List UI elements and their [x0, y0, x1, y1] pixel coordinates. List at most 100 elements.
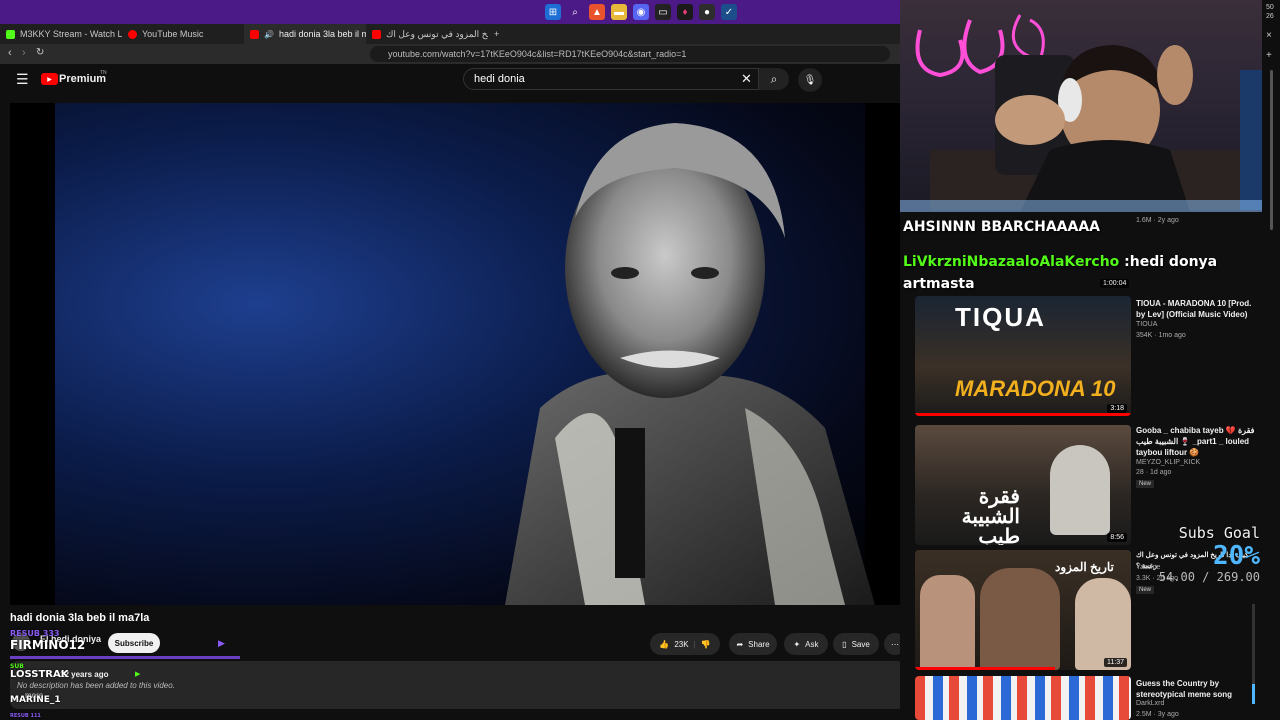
voice-search-button[interactable]: 🎙: [798, 68, 822, 92]
folder-icon[interactable]: ▬: [611, 4, 627, 20]
thumbs-up-icon[interactable]: 👍: [659, 640, 669, 649]
tab-kick[interactable]: M3KKY Stream - Watch Live on Kick: [0, 24, 122, 44]
tab-active-video[interactable]: 🔊hadi donia 3la beb il ma7la -×: [244, 24, 366, 44]
like-count[interactable]: 23K: [674, 640, 688, 649]
more-icon: ⋯: [891, 639, 899, 649]
related-thumbnail[interactable]: فقرة الشبيبة طيب 8:56: [915, 425, 1131, 545]
related-thumbnail[interactable]: TIQUA MARADONA 10 3:18: [915, 296, 1131, 416]
search-value: hedi donia: [474, 73, 525, 85]
video-portrait: [505, 123, 875, 605]
related-channel[interactable]: TIOUA: [1136, 321, 1157, 328]
back-icon[interactable]: ‹: [8, 47, 12, 59]
mic-icon: 🎙: [803, 74, 817, 86]
overlay-subscriber-name: FIRMINO12: [10, 638, 86, 652]
forward-icon[interactable]: ›: [22, 47, 26, 59]
tab-arabic-video[interactable]: كيف بدا تاريخ المزود في تونس وعل اك×: [366, 24, 488, 44]
tab-youtube-music[interactable]: YouTube Music: [122, 24, 244, 44]
goal-current: 54.00: [1158, 570, 1195, 584]
webcam-scene: [900, 14, 1270, 212]
discord-icon[interactable]: ◉: [633, 4, 649, 20]
youtube-music-icon: [128, 29, 137, 39]
pin-icon[interactable]: ♦: [677, 4, 693, 20]
search-icon: ⌕: [770, 71, 778, 86]
steam-icon[interactable]: ✓: [721, 4, 737, 20]
overlay-subscriber-name: MARINE_1: [10, 695, 61, 705]
youtube-logo-icon[interactable]: ▶: [41, 73, 58, 85]
clear-search-icon[interactable]: ✕: [741, 71, 752, 87]
sparkle-icon: ✦: [793, 639, 801, 649]
search-input[interactable]: hedi donia: [463, 68, 759, 90]
thumbnail-person: [1075, 578, 1131, 670]
overlay-resub-label: RESUB 111: [10, 713, 41, 719]
thumbnail-person: [920, 575, 975, 670]
clock-time: 50: [1266, 4, 1274, 11]
subs-goal-widget: Subs Goal 20% 54.00 / 269.00: [1150, 524, 1260, 584]
url-field[interactable]: youtube.com/watch?v=17tKEeO904c&list=RD1…: [370, 46, 890, 62]
related-thumbnail[interactable]: [915, 676, 1131, 720]
chat-message: artmasta: [903, 276, 975, 292]
ask-button[interactable]: ✦ Ask: [784, 633, 828, 655]
window-controls: 50 26 × +: [1262, 0, 1280, 720]
video-duration: 1:00:04: [1100, 279, 1130, 288]
reload-icon[interactable]: ↻: [36, 47, 44, 58]
ask-label: Ask: [805, 639, 819, 649]
new-tab-button[interactable]: +: [488, 24, 508, 44]
related-meta: 2.5M · 3y ago: [1136, 711, 1179, 718]
related-title[interactable]: Gooba _ chabiba tayeb 💔 فقرة الشبيبة طيب…: [1136, 425, 1260, 458]
chrome-icon[interactable]: ●: [699, 4, 715, 20]
overlay-play-icon: ▶: [218, 638, 225, 648]
youtube-icon: [372, 29, 381, 39]
youtube-header: ☰ ▶ Premium TN hedi donia ✕ ⌕ 🎙: [0, 64, 900, 96]
chat-username: LiVkrzniNbazaaloAlaKercho: [903, 254, 1120, 270]
thumbnail-text: فقرة الشبيبة طيب: [961, 486, 1020, 545]
related-channel[interactable]: DarkLxrd: [1136, 700, 1164, 707]
share-label: Share: [748, 639, 770, 649]
tab-label: كيف بدا تاريخ المزود في تونس وعل اك: [386, 28, 488, 39]
subscribe-button[interactable]: Subscribe: [108, 633, 160, 653]
url-text: youtube.com/watch?v=17tKEeO904c&list=RD1…: [388, 49, 687, 59]
streamer-webcam: [900, 0, 1270, 212]
search-icon[interactable]: ⌕: [567, 4, 583, 20]
video-player[interactable]: [10, 103, 905, 605]
related-meta: 354K · 1mo ago: [1136, 332, 1186, 339]
start-icon[interactable]: ⊞: [545, 4, 561, 20]
like-dislike-group: 👍 23K | 👎: [650, 633, 720, 655]
tab-label: YouTube Music: [142, 29, 204, 39]
search-button[interactable]: ⌕: [759, 68, 789, 90]
terminal-icon[interactable]: ▭: [655, 4, 671, 20]
youtube-icon: [250, 29, 259, 39]
add-icon[interactable]: +: [1266, 50, 1272, 61]
share-button[interactable]: ➦ Share: [729, 633, 777, 655]
new-badge: New: [1136, 586, 1155, 594]
related-channel[interactable]: MEYZO_KLIP_KICK: [1136, 459, 1200, 466]
video-duration: 11:37: [1104, 658, 1127, 667]
related-meta: 1.6M · 2y ago: [1136, 217, 1179, 224]
related-meta: 28 · 1d ago: [1136, 469, 1172, 476]
kick-icon: [6, 29, 15, 39]
related-title[interactable]: TIOUA - MARADONA 10 [Prod. by Lev] (Offi…: [1136, 298, 1260, 320]
save-button[interactable]: ▯ Save: [833, 633, 879, 655]
thumbnail-text: TIQUA: [955, 302, 1046, 332]
chat-message: :hedi donya: [1124, 254, 1218, 270]
tab-label: hadi donia 3la beb il ma7la -: [278, 29, 366, 39]
tab-label: M3KKY Stream - Watch Live on Kick: [20, 29, 122, 39]
description-text: No description has been added to this vi…: [17, 681, 175, 690]
thumbnail-text: MARADONA 10: [955, 376, 1116, 401]
speaker-icon: 🔊: [264, 29, 274, 39]
related-title[interactable]: Guess the Country by stereotypical meme …: [1136, 678, 1260, 700]
goal-bar: [1252, 604, 1255, 704]
video-duration: 3:18: [1107, 404, 1127, 413]
browser-tab-strip: M3KKY Stream - Watch Live on Kick YouTub…: [0, 24, 900, 44]
goal-percent: 20%: [1213, 541, 1260, 571]
scrollbar[interactable]: [1270, 70, 1273, 230]
clock-date: 26: [1266, 13, 1274, 20]
brave-icon[interactable]: ▲: [589, 4, 605, 20]
thumbs-down-icon[interactable]: 👎: [701, 640, 711, 649]
menu-icon[interactable]: ☰: [16, 71, 29, 88]
related-thumbnail[interactable]: تاريخ المزود 11:37: [915, 550, 1131, 670]
new-badge: New: [1136, 480, 1155, 488]
close-icon[interactable]: ×: [1266, 30, 1272, 41]
overlay-resub-label: RESUB 333: [10, 629, 60, 638]
description-box[interactable]: 12 years ago No description has been add…: [10, 661, 905, 709]
video-title: hadi donia 3la beb il ma7la: [10, 612, 150, 624]
